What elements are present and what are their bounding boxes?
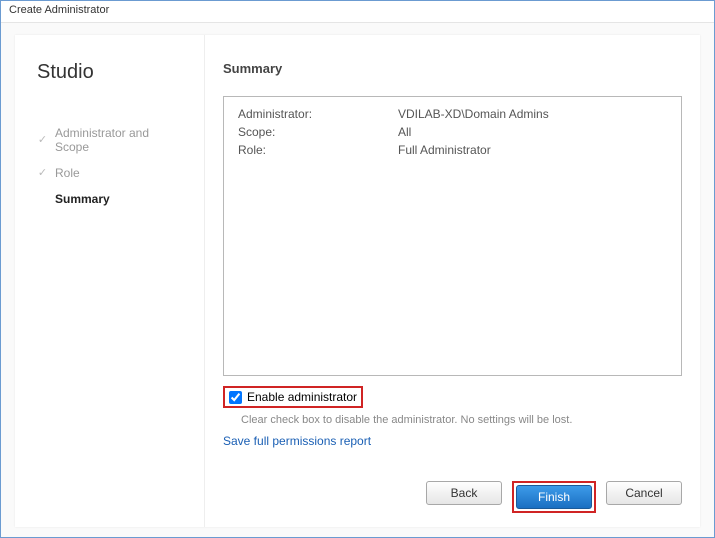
check-icon	[37, 168, 48, 179]
sidebar-title: Studio	[37, 61, 186, 84]
summary-label: Role:	[238, 143, 398, 157]
step-role[interactable]: Role	[37, 166, 186, 180]
summary-row: Scope: All	[238, 125, 667, 139]
step-summary[interactable]: Summary	[37, 192, 186, 206]
summary-value: All	[398, 125, 667, 139]
cancel-button[interactable]: Cancel	[606, 481, 682, 505]
save-permissions-link[interactable]: Save full permissions report	[223, 434, 682, 448]
enable-administrator-label: Enable administrator	[247, 390, 357, 404]
step-label: Role	[55, 166, 80, 180]
finish-button[interactable]: Finish	[516, 485, 592, 509]
summary-label: Scope:	[238, 125, 398, 139]
summary-label: Administrator:	[238, 107, 398, 121]
button-row: Back Finish Cancel	[223, 467, 682, 513]
step-admin-scope[interactable]: Administrator and Scope	[37, 126, 186, 154]
finish-highlight: Finish	[512, 481, 596, 513]
enable-hint: Clear check box to disable the administr…	[223, 414, 682, 426]
enable-administrator-checkbox-wrap[interactable]: Enable administrator	[223, 386, 363, 408]
window-title: Create Administrator	[9, 4, 109, 16]
dialog-body: Studio Administrator and Scope Role Summ…	[15, 35, 700, 527]
enable-administrator-checkbox[interactable]	[229, 391, 242, 404]
window-titlebar: Create Administrator	[1, 1, 714, 23]
summary-row: Role: Full Administrator	[238, 143, 667, 157]
main-panel: Summary Administrator: VDILAB-XD\Domain …	[205, 35, 700, 527]
check-icon	[37, 135, 48, 146]
step-label: Summary	[55, 192, 110, 206]
sidebar: Studio Administrator and Scope Role Summ…	[15, 35, 205, 527]
page-heading: Summary	[223, 61, 682, 76]
step-label: Administrator and Scope	[55, 126, 186, 154]
content-area: Studio Administrator and Scope Role Summ…	[1, 23, 714, 537]
back-button[interactable]: Back	[426, 481, 502, 505]
summary-value: VDILAB-XD\Domain Admins	[398, 107, 667, 121]
summary-box: Administrator: VDILAB-XD\Domain Admins S…	[223, 96, 682, 376]
summary-row: Administrator: VDILAB-XD\Domain Admins	[238, 107, 667, 121]
summary-value: Full Administrator	[398, 143, 667, 157]
